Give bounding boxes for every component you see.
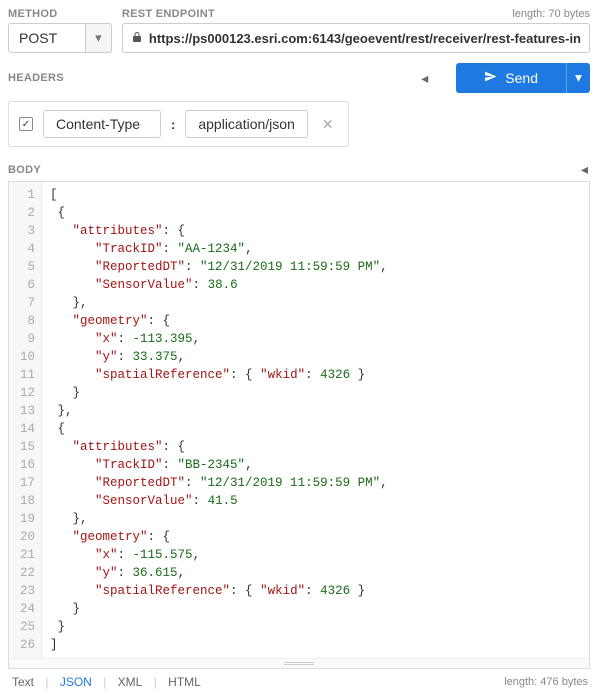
header-colon: : [171, 117, 175, 132]
chevron-down-icon: ▾ [575, 70, 582, 86]
method-label: METHOD [8, 8, 57, 20]
collapse-left-icon[interactable]: ◂ [421, 70, 428, 87]
format-tab-text[interactable]: Text [10, 675, 36, 689]
format-tab-html[interactable]: HTML [166, 675, 203, 689]
send-button-label: Send [505, 70, 538, 86]
chevron-down-icon: ▾ [95, 30, 102, 46]
body-label: BODY [8, 164, 41, 176]
send-button[interactable]: Send [456, 63, 566, 93]
header-enabled-checkbox[interactable]: ✓ [19, 117, 33, 131]
method-value: POST [8, 23, 86, 53]
format-tabs: Text | JSON | XML | HTML [10, 675, 203, 689]
close-icon: ✕ [322, 116, 334, 132]
body-editor[interactable]: 1234567891011121314151617181920212223242… [8, 181, 590, 669]
lock-icon [131, 31, 143, 46]
header-entry: ✓ Content-Type : application/json ✕ [8, 101, 349, 147]
editor-gutter: 1234567891011121314151617181920212223242… [9, 182, 42, 658]
endpoint-url: https://ps000123.esri.com:6143/geoevent/… [149, 31, 581, 46]
send-dropdown-button[interactable]: ▾ [566, 63, 590, 93]
grip-icon [284, 662, 314, 665]
header-value-input[interactable]: application/json [185, 110, 308, 138]
collapse-left-icon[interactable]: ◂ [581, 161, 588, 178]
remove-header-button[interactable]: ✕ [318, 116, 338, 133]
headers-label: HEADERS [8, 72, 64, 84]
endpoint-input[interactable]: https://ps000123.esri.com:6143/geoevent/… [122, 23, 590, 53]
send-icon [484, 70, 497, 86]
body-length: length: 476 bytes [504, 676, 588, 688]
editor-resize-handle[interactable] [9, 658, 589, 668]
editor-code[interactable]: [ { "attributes": { "TrackID": "AA-1234"… [42, 182, 589, 658]
endpoint-label: REST ENDPOINT [122, 8, 215, 20]
header-key-input[interactable]: Content-Type [43, 110, 161, 138]
format-tab-json[interactable]: JSON [58, 675, 94, 689]
endpoint-length: length: 70 bytes [512, 8, 590, 20]
method-dropdown-button[interactable]: ▾ [86, 23, 112, 53]
format-tab-xml[interactable]: XML [116, 675, 145, 689]
method-select[interactable]: POST ▾ [8, 23, 112, 53]
